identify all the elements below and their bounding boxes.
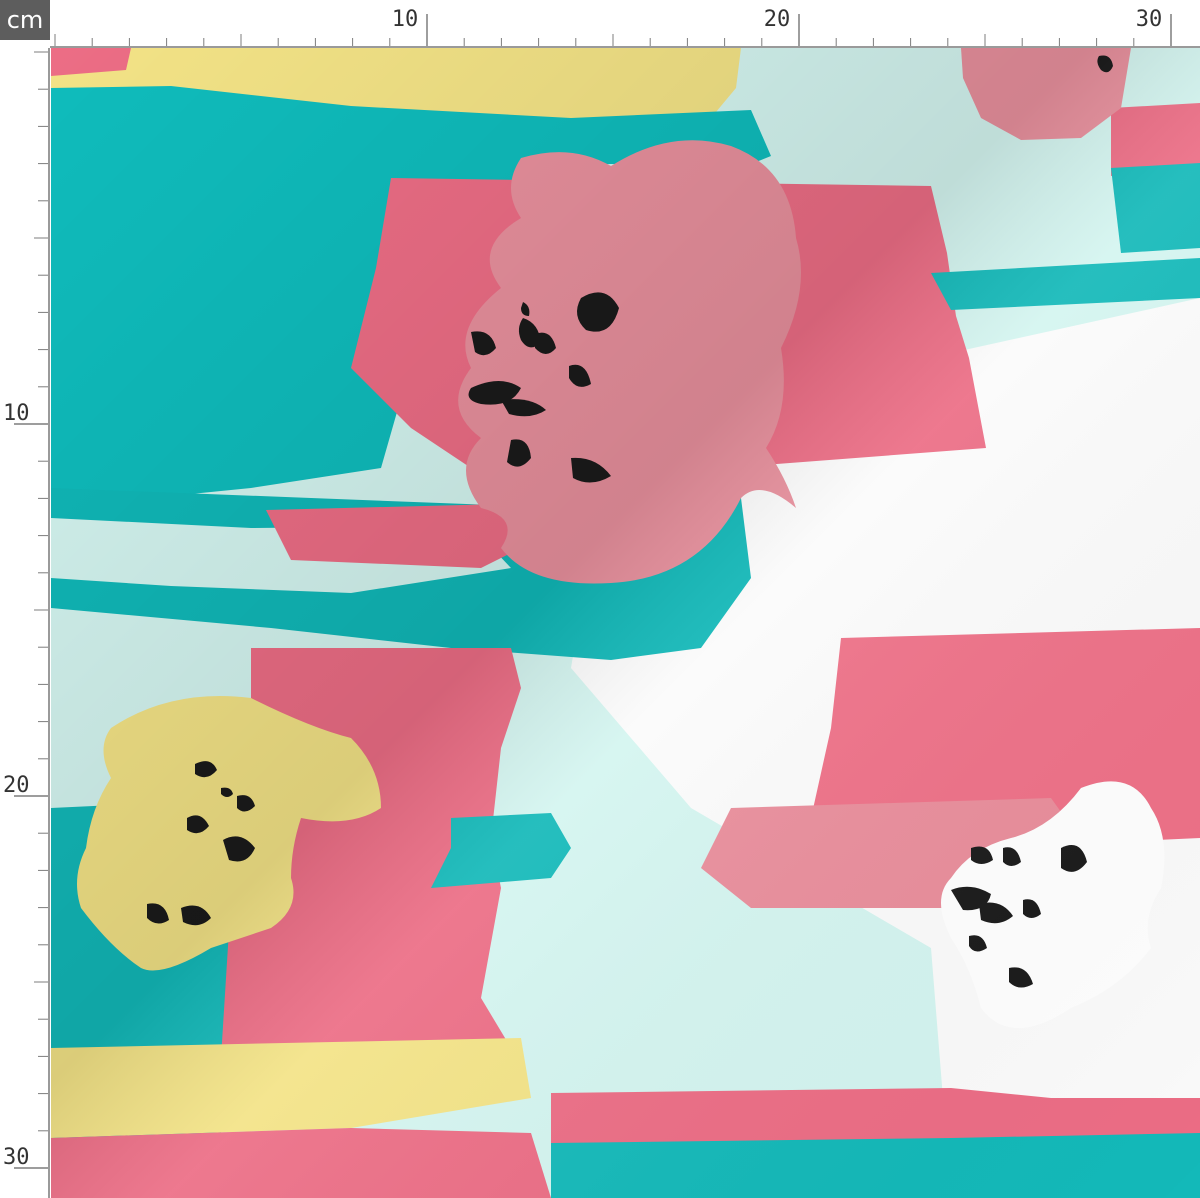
top-ruler-graphic: 10 20 30 <box>54 7 1172 46</box>
top-ruler-ticks <box>54 14 1172 46</box>
left-ruler-label-20: 20 <box>3 773 30 798</box>
top-ruler-label-10: 10 <box>392 7 419 32</box>
left-ruler: 10 20 30 <box>0 48 50 1198</box>
top-ruler-label-20: 20 <box>764 7 791 32</box>
fabric-preview <box>51 48 1200 1198</box>
left-ruler-ticks <box>14 51 48 1169</box>
left-ruler-label-10: 10 <box>3 401 30 426</box>
left-ruler-graphic: 10 20 30 <box>3 51 48 1170</box>
top-ruler-label-30: 30 <box>1136 7 1163 32</box>
unit-badge: cm <box>0 0 50 40</box>
fabric-fold-shading <box>51 48 1200 1198</box>
top-ruler: 10 20 30 <box>50 0 1200 48</box>
left-ruler-label-30: 30 <box>3 1145 30 1170</box>
fabric-pattern <box>51 48 1200 1198</box>
